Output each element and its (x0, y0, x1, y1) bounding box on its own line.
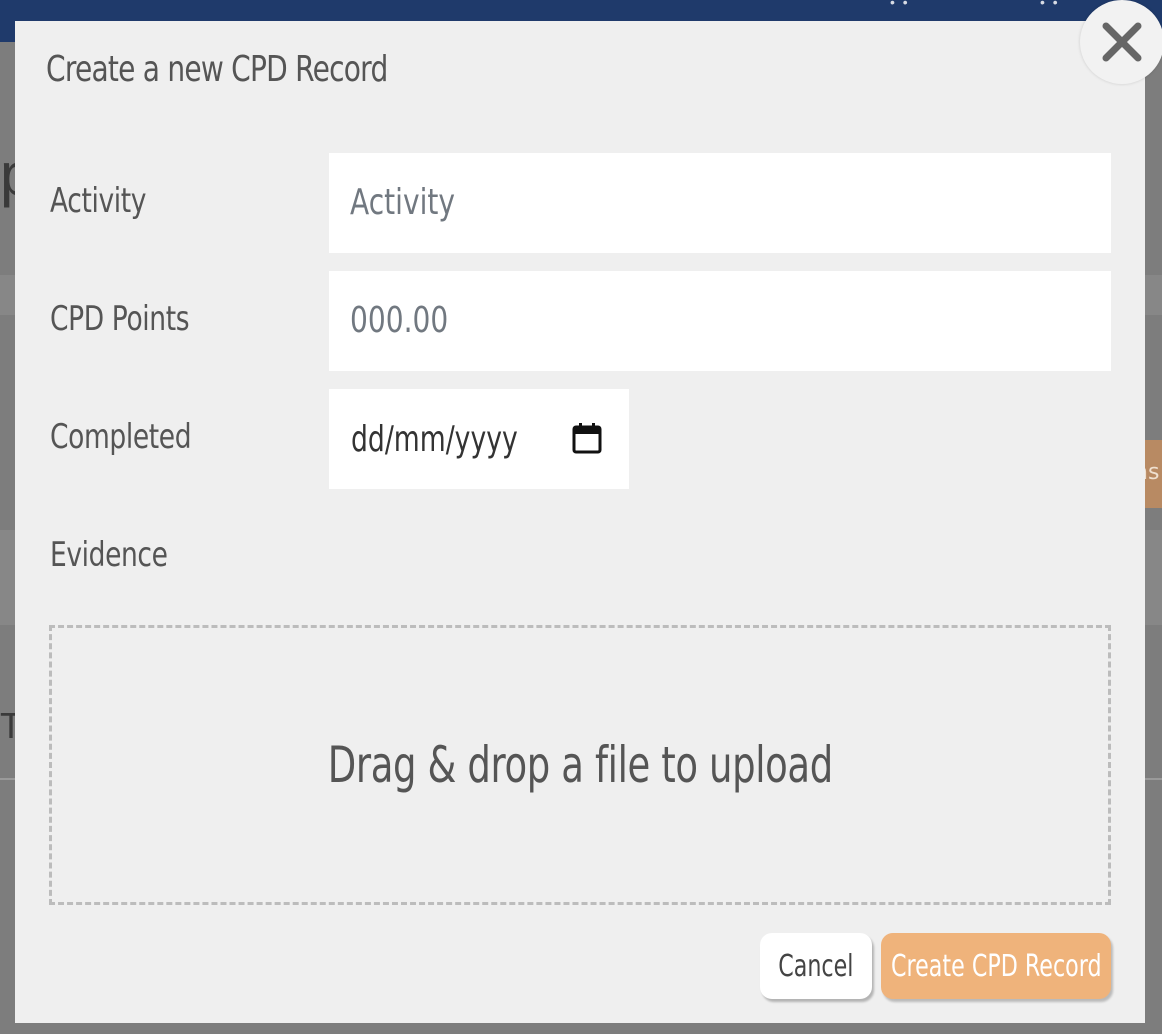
background-heading-fragment: p (0, 140, 15, 209)
dropzone-text: Drag & drop a file to upload (327, 736, 833, 794)
close-icon (1102, 22, 1142, 62)
date-placeholder: dd/mm/yyyy (351, 419, 518, 460)
background-topbar-icon: • • (890, 0, 910, 10)
activity-label: Activity (50, 181, 147, 221)
cancel-button-label: Cancel (778, 948, 854, 984)
modal-title: Create a new CPD Record (46, 49, 388, 90)
completed-label: Completed (50, 417, 192, 457)
calendar-icon[interactable] (572, 422, 602, 454)
create-button-label: Create CPD Record (890, 948, 1102, 984)
close-button[interactable] (1080, 0, 1162, 84)
cpd-points-label: CPD Points (50, 299, 190, 339)
file-dropzone[interactable]: Drag & drop a file to upload (49, 625, 1111, 905)
activity-input[interactable] (329, 153, 1111, 253)
evidence-label: Evidence (50, 535, 168, 575)
cancel-button[interactable]: Cancel (760, 933, 872, 999)
completed-date-input[interactable]: dd/mm/yyyy (329, 389, 629, 489)
background-column-fragment: Ty (0, 705, 15, 746)
cpd-points-input[interactable] (329, 271, 1111, 371)
background-topbar-icon: • • (1040, 0, 1060, 10)
create-cpd-record-modal: Create a new CPD Record Activity Activit… (15, 21, 1145, 1023)
create-cpd-record-button[interactable]: Create CPD Record (881, 933, 1111, 999)
